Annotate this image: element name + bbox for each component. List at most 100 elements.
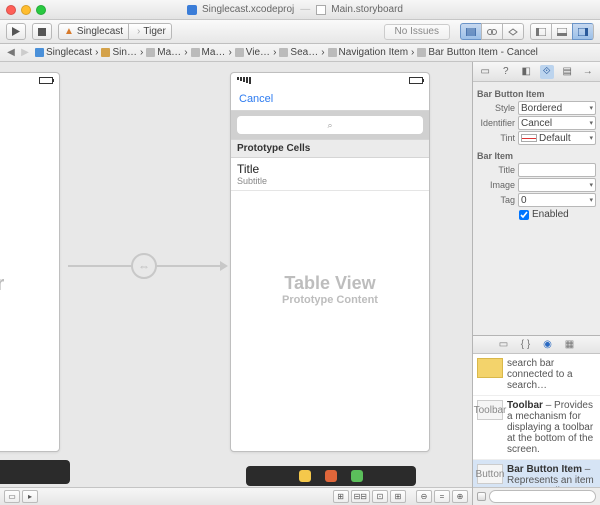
tint-field[interactable]: Default▾	[518, 131, 596, 145]
zoom-out-button[interactable]: ⊖	[416, 490, 432, 503]
panel-visibility-segmented[interactable]	[530, 23, 594, 40]
attributes-inspector-tab[interactable]: ⟐	[540, 65, 554, 79]
activity-viewer: No Issues	[178, 24, 454, 40]
section-bar-item: Bar Item	[477, 151, 596, 161]
scheme-destination[interactable]: ›Tiger	[129, 23, 172, 40]
main-toolbar: ▲Singlecast ›Tiger No Issues	[0, 20, 600, 44]
library-item-toolbar[interactable]: Toolbar Toolbar – Provides a mechanism f…	[473, 396, 600, 460]
style-label: Style	[477, 103, 515, 113]
storyboard-icon	[316, 5, 326, 15]
scene-left-label: n Controller	[0, 273, 4, 296]
tag-field[interactable]: 0▾	[518, 193, 596, 207]
identifier-label: Identifier	[477, 118, 515, 128]
outline-expand-button[interactable]: ▸	[22, 490, 38, 503]
jump-back-button[interactable]: ◀	[4, 47, 18, 58]
segue-knob[interactable]: ⇔	[131, 253, 157, 279]
scheme-app[interactable]: ▲Singlecast	[58, 23, 129, 40]
inspector-tabs[interactable]: ▭ ? ◧ ⟐ ▤ →	[473, 62, 600, 82]
search-field[interactable]: ⌕	[237, 116, 423, 134]
navigation-bar[interactable]: Cancel	[231, 87, 429, 111]
jump-seg-4[interactable]: Vie…	[232, 47, 273, 58]
dock-view-controller-icon[interactable]	[351, 470, 363, 482]
zoom-actual-button[interactable]: =	[434, 490, 450, 503]
jump-seg-project[interactable]: Singlecast	[32, 47, 95, 58]
scene-table-view-controller[interactable]: Cancel ⌕ Prototype Cells Title Subtitle …	[230, 72, 430, 452]
project-icon	[187, 5, 197, 15]
library-item-searchbar[interactable]: search bar connected to a search…	[473, 354, 600, 396]
lib-thumb-icon: Toolbar	[477, 400, 503, 420]
library-tabs[interactable]: ▭ { } ◉ ▦	[473, 336, 600, 354]
jump-seg-2[interactable]: Ma…	[143, 47, 184, 58]
identifier-field[interactable]: Cancel▾	[518, 116, 596, 130]
library-item-bar-button-item[interactable]: Button Bar Button Item – Represents an i…	[473, 460, 600, 487]
storyboard-canvas[interactable]: n Controller n Controller ⇔ Cancel ⌕ Pro…	[0, 62, 472, 505]
lib-thumb-icon: Button	[477, 464, 503, 484]
library-list[interactable]: search bar connected to a search… Toolba…	[473, 354, 600, 487]
style-field[interactable]: Bordered▾	[518, 101, 596, 115]
resolve-button[interactable]: ⊡	[372, 490, 388, 503]
media-library-tab[interactable]: ▦	[563, 339, 577, 350]
title-label: Title	[477, 165, 515, 175]
utilities-panel: ▭ ? ◧ ⟐ ▤ → Bar Button Item Style Border…	[472, 62, 600, 505]
search-bar[interactable]: ⌕	[231, 111, 429, 139]
image-label: Image	[477, 180, 515, 190]
jump-forward-button[interactable]: ▶	[18, 47, 32, 58]
run-button[interactable]	[6, 23, 26, 40]
prototype-cell[interactable]: Title Subtitle	[231, 158, 429, 191]
library-view-mode-button[interactable]	[477, 492, 486, 501]
code-snippet-library-tab[interactable]: { }	[519, 339, 533, 350]
identity-inspector-tab[interactable]: ◧	[519, 65, 533, 79]
zoom-in-button[interactable]: ⊕	[452, 490, 468, 503]
zoom-window-button[interactable]	[36, 5, 46, 15]
cancel-bar-button[interactable]: Cancel	[239, 93, 273, 105]
open-file-name: Main.storyboard	[331, 4, 403, 15]
minimize-window-button[interactable]	[21, 5, 31, 15]
jump-bar[interactable]: ◀ ▶ Singlecast› Sin…› Ma…› Ma…› Vie…› Se…	[0, 44, 600, 62]
toggle-utilities-button[interactable]	[572, 23, 594, 40]
editor-mode-segmented[interactable]	[460, 23, 524, 40]
pin-button[interactable]: ⊟⊟	[351, 490, 370, 503]
assistant-editor-button[interactable]	[481, 23, 502, 40]
resizing-button[interactable]: ⊞	[390, 490, 406, 503]
object-library-tab[interactable]: ◉	[541, 339, 555, 350]
quick-help-tab[interactable]: ?	[499, 65, 513, 79]
title-field[interactable]	[518, 163, 596, 177]
enabled-label: Enabled	[532, 209, 569, 220]
segue-arrow[interactable]: ⇔	[68, 252, 228, 280]
size-inspector-tab[interactable]: ▤	[560, 65, 574, 79]
jump-seg-7[interactable]: Bar Button Item - Cancel	[414, 47, 541, 58]
connections-inspector-tab[interactable]: →	[581, 65, 595, 79]
cell-title: Title	[237, 162, 423, 176]
search-icon: ⌕	[327, 120, 332, 131]
enabled-checkbox[interactable]	[519, 210, 529, 220]
align-button[interactable]: ⊞	[333, 490, 349, 503]
dock-first-responder-icon[interactable]	[299, 470, 311, 482]
prototype-cells-header: Prototype Cells	[231, 139, 429, 158]
library-filter-field[interactable]	[489, 490, 596, 503]
file-template-library-tab[interactable]: ▭	[497, 339, 511, 350]
version-editor-button[interactable]	[502, 23, 524, 40]
scheme-selector[interactable]: ▲Singlecast ›Tiger	[58, 23, 172, 40]
scene-left-titlebar[interactable]: n Controller	[0, 460, 70, 484]
status-text: No Issues	[395, 26, 439, 37]
jump-seg-3[interactable]: Ma…	[188, 47, 229, 58]
close-window-button[interactable]	[6, 5, 16, 15]
dock-exit-icon[interactable]	[325, 470, 337, 482]
tint-swatch	[521, 134, 537, 142]
jump-seg-6[interactable]: Navigation Item	[325, 47, 411, 58]
file-inspector-tab[interactable]: ▭	[478, 65, 492, 79]
jump-seg-5[interactable]: Sea…	[276, 47, 321, 58]
standard-editor-button[interactable]	[460, 23, 481, 40]
scene-dock[interactable]	[246, 466, 416, 486]
jump-seg-1[interactable]: Sin…	[98, 47, 139, 58]
image-field[interactable]: ▾	[518, 178, 596, 192]
canvas-bottom-bar: ▭ ▸ ⊞ ⊟⊟ ⊡ ⊞ ⊖ = ⊕	[0, 487, 472, 505]
toggle-debug-button[interactable]	[551, 23, 572, 40]
lib-thumb-icon	[477, 358, 503, 378]
project-file-name: Singlecast.xcodeproj	[202, 4, 294, 15]
toggle-navigator-button[interactable]	[530, 23, 551, 40]
section-bar-button-item: Bar Button Item	[477, 89, 596, 99]
stop-button[interactable]	[32, 23, 52, 40]
scene-navigation-controller[interactable]: n Controller	[0, 72, 60, 452]
outline-toggle-button[interactable]: ▭	[4, 490, 20, 503]
